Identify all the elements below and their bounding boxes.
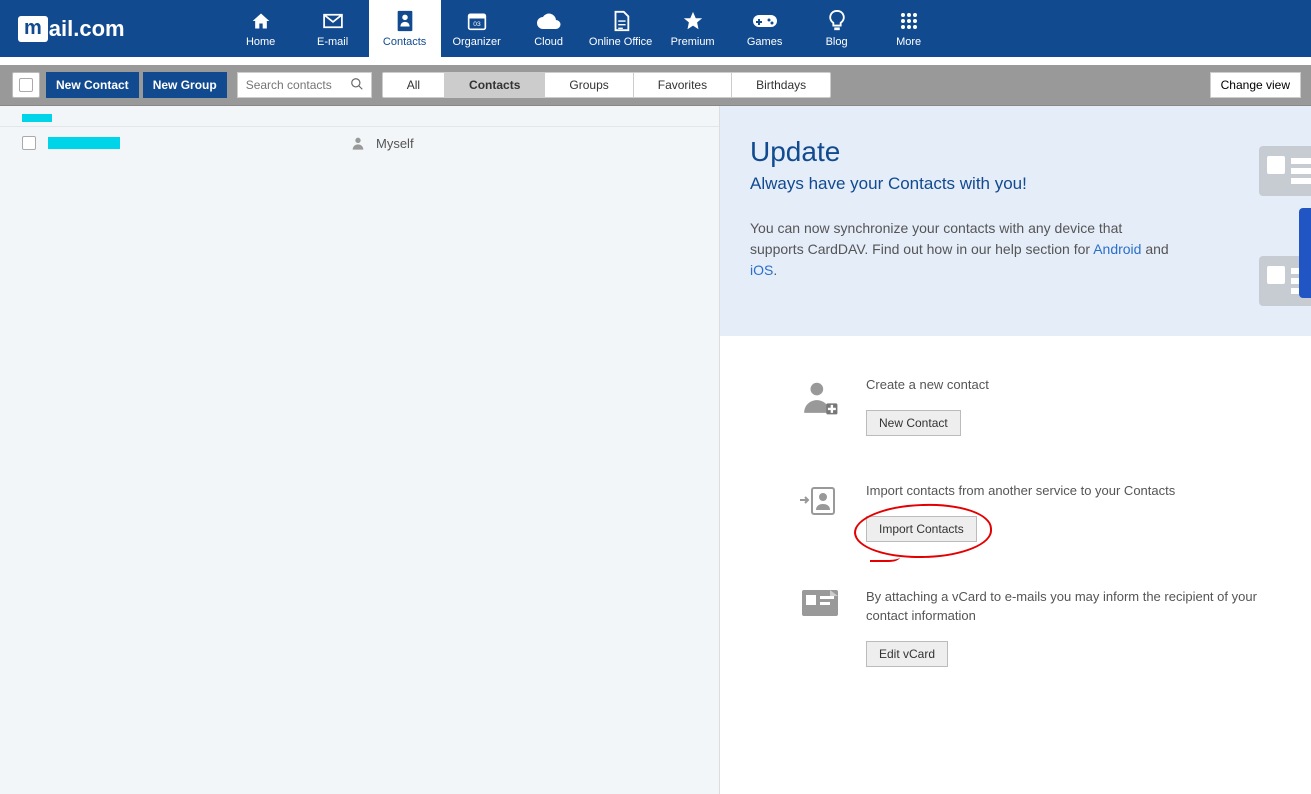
vcard-block: By attaching a vCard to e-mails you may … (790, 588, 1281, 666)
nav-label: Online Office (589, 36, 652, 48)
person-plus-icon (790, 376, 850, 436)
filter-all[interactable]: All (383, 73, 445, 97)
nav-premium[interactable]: Premium (657, 0, 729, 57)
group-header (0, 106, 719, 126)
brand-logo[interactable]: m ail.com (18, 16, 125, 42)
nav-organizer[interactable]: 03 Organizer (441, 0, 513, 57)
android-link[interactable]: Android (1093, 241, 1141, 257)
nav-label: Blog (826, 36, 848, 48)
nav-email[interactable]: E-mail (297, 0, 369, 57)
grid-icon (897, 10, 921, 32)
nav-label: Games (747, 36, 782, 48)
nav-online-office[interactable]: Online Office (585, 0, 657, 57)
new-contact-action-button[interactable]: New Contact (866, 410, 961, 436)
import-contacts-block: Import contacts from another service to … (790, 482, 1281, 542)
contact-card-icon (1259, 146, 1311, 196)
brand-prefix: m (18, 16, 48, 42)
detail-pane: Update Always have your Contacts with yo… (720, 106, 1311, 794)
address-book-icon (393, 10, 417, 32)
main-area: Myself Update Always have your Contacts … (0, 106, 1311, 794)
update-body: You can now synchronize your contacts wi… (750, 218, 1170, 281)
select-all-checkbox[interactable] (12, 72, 40, 98)
import-contacts-button[interactable]: Import Contacts (866, 516, 977, 542)
contact-list-pane: Myself (0, 106, 720, 794)
vcard-icon (790, 588, 850, 666)
top-navigation: m ail.com Home E-mail Contacts 03 Or (0, 0, 1311, 57)
update-subtitle: Always have your Contacts with you! (750, 174, 1281, 194)
redacted-group-header (22, 114, 52, 122)
contact-myself: Myself (350, 135, 414, 151)
import-contacts-text: Import contacts from another service to … (866, 482, 1281, 500)
search-icon (350, 77, 366, 93)
search-wrap (237, 72, 372, 98)
toolbar: New Contact New Group All Contacts Group… (0, 65, 1311, 106)
nav-home[interactable]: Home (225, 0, 297, 57)
contact-row[interactable]: Myself (0, 126, 719, 159)
nav-cloud[interactable]: Cloud (513, 0, 585, 57)
update-panel: Update Always have your Contacts with yo… (720, 106, 1311, 336)
svg-text:03: 03 (473, 21, 481, 28)
nav-more[interactable]: More (873, 0, 945, 57)
create-contact-text: Create a new contact (866, 376, 1281, 394)
nav-label: Contacts (383, 36, 426, 48)
action-blocks: Create a new contact New Contact Import … (720, 336, 1311, 743)
import-icon (790, 482, 850, 542)
brand-rest: ail.com (49, 16, 125, 42)
nav-blog[interactable]: Blog (801, 0, 873, 57)
gamepad-icon (753, 10, 777, 32)
contact-checkbox[interactable] (22, 136, 36, 150)
new-contact-button[interactable]: New Contact (46, 72, 139, 98)
nav-label: E-mail (317, 36, 348, 48)
nav-games[interactable]: Games (729, 0, 801, 57)
lightbulb-icon (825, 10, 849, 32)
new-group-button[interactable]: New Group (143, 72, 227, 98)
edit-vcard-button[interactable]: Edit vCard (866, 641, 948, 667)
annotation-tail (870, 550, 900, 562)
change-view-button[interactable]: Change view (1210, 72, 1301, 98)
star-icon (681, 10, 705, 32)
document-icon (609, 10, 633, 32)
nav-label: Premium (671, 36, 715, 48)
update-title: Update (750, 136, 1281, 168)
nav-label: Home (246, 36, 275, 48)
contact-card-blue-icon (1299, 208, 1311, 298)
filter-groups[interactable]: Groups (545, 73, 633, 97)
filter-favorites[interactable]: Favorites (634, 73, 732, 97)
card-decor (1259, 146, 1311, 318)
home-icon (249, 10, 273, 32)
filter-contacts[interactable]: Contacts (445, 73, 545, 97)
nav-label: More (896, 36, 921, 48)
cloud-icon (537, 10, 561, 32)
nav-label: Cloud (534, 36, 563, 48)
vcard-text: By attaching a vCard to e-mails you may … (866, 588, 1281, 624)
envelope-icon (321, 10, 345, 32)
create-contact-block: Create a new contact New Contact (790, 376, 1281, 436)
filter-tabs: All Contacts Groups Favorites Birthdays (382, 72, 831, 98)
nav-label: Organizer (452, 36, 500, 48)
myself-label: Myself (376, 136, 414, 151)
redacted-contact-name (48, 137, 120, 149)
calendar-icon: 03 (465, 10, 489, 32)
filter-birthdays[interactable]: Birthdays (732, 73, 830, 97)
nav-contacts[interactable]: Contacts (369, 0, 441, 57)
ios-link[interactable]: iOS (750, 262, 773, 278)
nav-items: Home E-mail Contacts 03 Organizer Cloud (225, 0, 945, 57)
